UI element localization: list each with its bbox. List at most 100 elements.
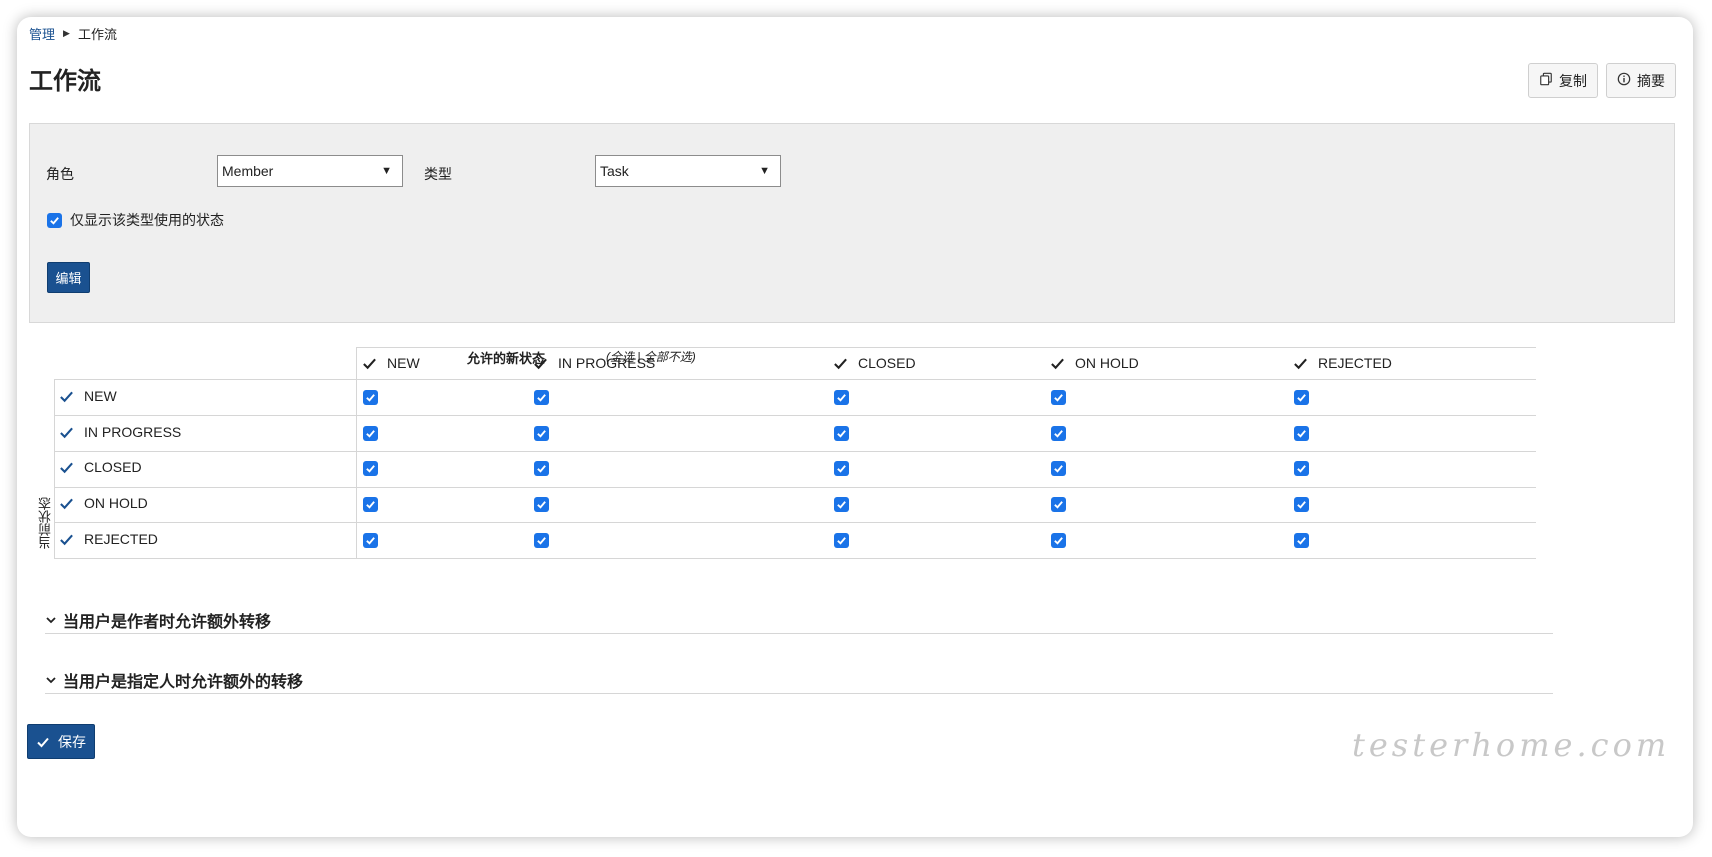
only-used-statuses-option: 仅显示该类型使用的状态 <box>47 210 224 230</box>
type-select-value: Task <box>600 163 629 179</box>
summary-button[interactable]: 摘要 <box>1606 63 1676 98</box>
transition-checkbox[interactable] <box>1051 426 1066 441</box>
column-header[interactable]: CLOSED <box>833 355 916 371</box>
column-header-label: ON HOLD <box>1075 355 1139 371</box>
only-used-statuses-checkbox[interactable] <box>47 212 62 228</box>
role-label: 角色 <box>46 166 74 182</box>
transition-checkbox[interactable] <box>1294 390 1309 405</box>
transition-checkbox[interactable] <box>1051 461 1066 476</box>
grid-line <box>356 347 357 558</box>
transition-checkbox[interactable] <box>534 461 549 476</box>
chevron-down-icon <box>46 677 56 684</box>
assignee-transitions-label: 当用户是指定人时允许额外的转移 <box>63 674 304 691</box>
author-transitions-toggle[interactable]: 当用户是作者时允许额外转移 <box>45 608 271 632</box>
type-label: 类型 <box>424 166 452 182</box>
current-status-label: 当前状态 <box>38 497 53 549</box>
grid-line <box>54 379 55 558</box>
workflow-window: 管理 ▶ 工作流 工作流 复制 摘要 角色 Member ▼ 类型 Task ▼ <box>17 17 1693 837</box>
breadcrumb-separator-icon: ▶ <box>63 28 70 38</box>
grid-line <box>54 415 1536 416</box>
transition-checkbox[interactable] <box>1294 461 1309 476</box>
transition-checkbox[interactable] <box>1051 497 1066 512</box>
page-title: 工作流 <box>29 68 101 95</box>
transition-checkbox[interactable] <box>363 533 378 548</box>
chevron-down-icon <box>46 617 56 624</box>
transition-checkbox[interactable] <box>1051 390 1066 405</box>
row-header[interactable]: ON HOLD <box>59 495 148 511</box>
transition-checkbox[interactable] <box>1051 533 1066 548</box>
transition-checkbox[interactable] <box>534 497 549 512</box>
author-transitions-label: 当用户是作者时允许额外转移 <box>63 614 272 631</box>
breadcrumb-current: 工作流 <box>77 27 117 42</box>
grid-line <box>54 558 1536 559</box>
row-header-label: REJECTED <box>84 531 158 547</box>
type-select[interactable]: Task ▼ <box>595 155 781 187</box>
grid-line <box>54 451 1536 452</box>
transition-checkbox[interactable] <box>363 426 378 441</box>
transition-checkbox[interactable] <box>534 533 549 548</box>
watermark: testerhome.com <box>1352 726 1671 764</box>
row-header[interactable]: NEW <box>59 388 117 404</box>
summary-button-label: 摘要 <box>1637 72 1665 89</box>
transition-checkbox[interactable] <box>363 497 378 512</box>
check-icon <box>533 356 548 371</box>
transition-checkbox[interactable] <box>834 390 849 405</box>
transition-checkbox[interactable] <box>363 461 378 476</box>
check-icon <box>362 356 377 371</box>
top-actions: 复制 摘要 <box>1528 63 1676 98</box>
copy-icon <box>1539 72 1553 89</box>
check-icon <box>833 356 848 371</box>
check-icon <box>59 532 74 547</box>
row-header[interactable]: REJECTED <box>59 531 158 547</box>
dropdown-arrow-icon: ▼ <box>759 165 770 177</box>
assignee-transitions-toggle[interactable]: 当用户是指定人时允许额外的转移 <box>45 668 303 692</box>
row-header[interactable]: CLOSED <box>59 459 142 475</box>
check-icon <box>37 737 49 747</box>
column-header[interactable]: REJECTED <box>1293 355 1392 371</box>
role-select-value: Member <box>222 163 274 179</box>
grid-line <box>357 347 1536 348</box>
info-icon <box>1617 72 1631 89</box>
transition-checkbox[interactable] <box>534 426 549 441</box>
transition-checkbox[interactable] <box>1294 533 1309 548</box>
only-used-statuses-label: 仅显示该类型使用的状态 <box>70 212 224 228</box>
grid-line <box>54 379 1536 380</box>
grid-line <box>54 487 1536 488</box>
grid-line <box>54 522 1536 523</box>
column-header-label: REJECTED <box>1318 355 1392 371</box>
column-header[interactable]: IN PROGRESS <box>533 355 655 371</box>
copy-button-label: 复制 <box>1559 72 1587 89</box>
row-header[interactable]: IN PROGRESS <box>59 424 181 440</box>
column-header[interactable]: NEW <box>362 355 420 371</box>
copy-button[interactable]: 复制 <box>1528 63 1598 98</box>
transition-checkbox[interactable] <box>834 497 849 512</box>
section-divider <box>45 633 1553 634</box>
role-select[interactable]: Member ▼ <box>217 155 403 187</box>
column-header-label: IN PROGRESS <box>558 355 656 371</box>
check-icon <box>59 389 74 404</box>
breadcrumb-admin-link[interactable]: 管理 <box>29 24 55 43</box>
transition-checkbox[interactable] <box>834 426 849 441</box>
save-button-label: 保存 <box>58 733 86 750</box>
transition-checkbox[interactable] <box>1294 426 1309 441</box>
check-icon <box>1293 356 1308 371</box>
check-icon <box>1050 356 1065 371</box>
dropdown-arrow-icon: ▼ <box>381 165 392 177</box>
row-header-label: CLOSED <box>84 459 142 475</box>
section-divider <box>45 693 1553 694</box>
save-button[interactable]: 保存 <box>27 724 95 759</box>
column-header[interactable]: ON HOLD <box>1050 355 1139 371</box>
breadcrumb: 管理 ▶ 工作流 <box>29 24 117 43</box>
transition-checkbox[interactable] <box>1294 497 1309 512</box>
column-header-label: NEW <box>387 355 420 371</box>
transition-checkbox[interactable] <box>363 390 378 405</box>
column-header-label: CLOSED <box>858 355 916 371</box>
transition-checkbox[interactable] <box>834 533 849 548</box>
check-icon <box>59 496 74 511</box>
row-header-label: ON HOLD <box>84 495 148 511</box>
row-header-label: NEW <box>84 388 117 404</box>
check-icon <box>59 425 74 440</box>
edit-button[interactable]: 编辑 <box>47 262 90 293</box>
transition-checkbox[interactable] <box>834 461 849 476</box>
transition-checkbox[interactable] <box>534 390 549 405</box>
